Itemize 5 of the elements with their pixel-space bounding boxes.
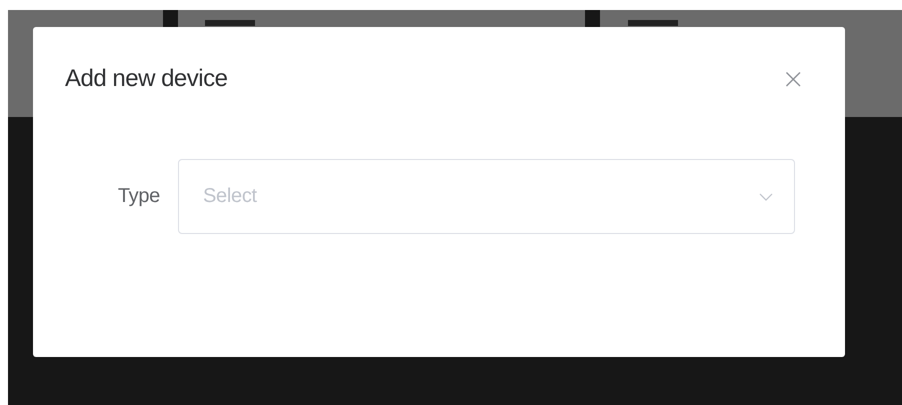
field-label: Type (116, 185, 161, 208)
dialog-title: Add new device (65, 65, 228, 93)
chevron-down-icon (759, 193, 773, 201)
close-button[interactable]: × (774, 65, 813, 93)
select-field[interactable]: Select (178, 159, 795, 234)
